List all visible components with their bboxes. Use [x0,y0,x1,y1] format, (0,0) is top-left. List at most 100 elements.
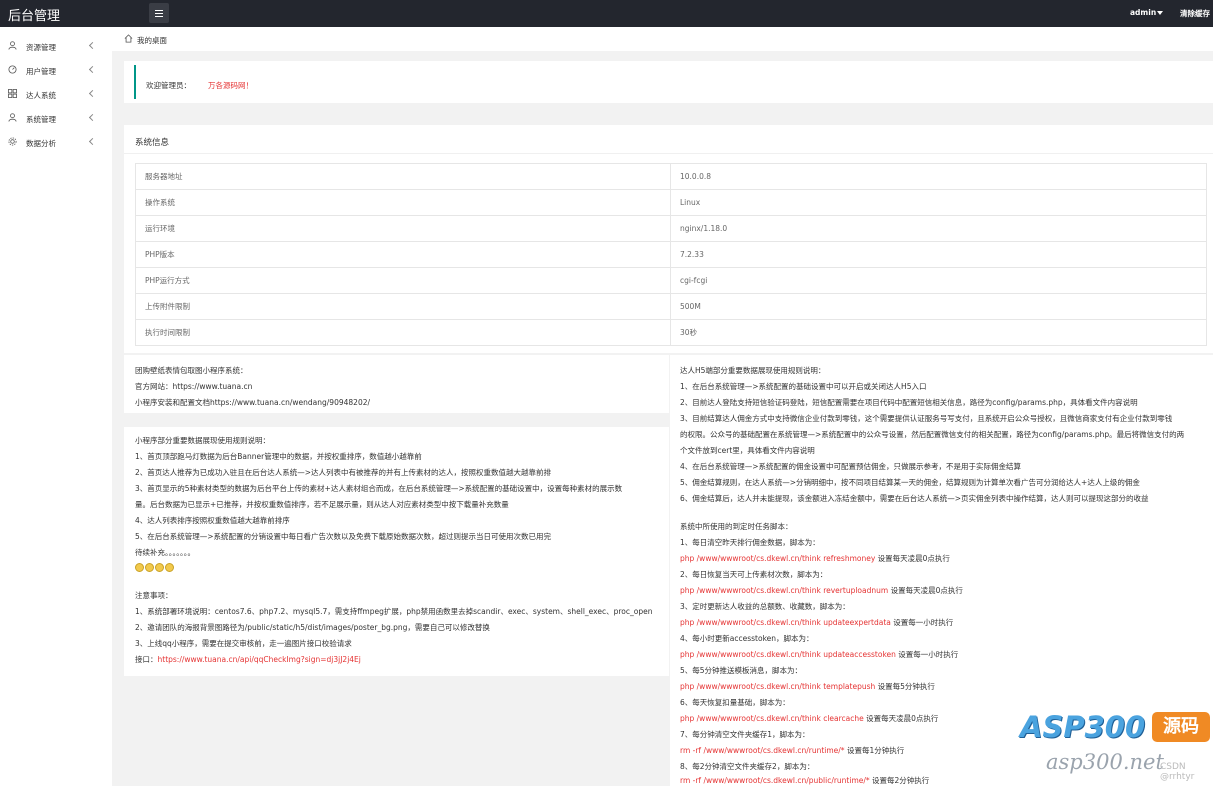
rules-line: 待续补充。。。。。。。 [135,548,195,557]
notes-title: 注意事项： [135,591,173,600]
watermark-brand: ASP300 [1020,710,1146,744]
welcome-label: 欢迎管理员： [146,81,191,90]
cron-schedule: 设置每1分钟执行 [844,746,905,755]
system-info-table: 服务器地址 10.0.0.8 操作系统 Linux 运行环境 nginx/1.18.0… [135,163,1207,346]
sidebar: 资源管理 用户管理 达人系统 系统管理 数据分析 [0,27,112,786]
table-row: 执行时间限制 30秒 [135,319,1207,346]
cron-task: 3、定时更新达人收益的总额数、收藏数，脚本为： [680,602,850,611]
cron-task: 7、每分钟清空文件夹缓存1，脚本为： [680,730,810,739]
cron-task: 1、每日清空昨天排行佣金数据，脚本为： [680,538,820,547]
cron-command: php /www/wwwroot/cs.dkewl.cn/think updat… [680,617,953,628]
cron-command: php /www/wwwroot/cs.dkewl.cn/think refre… [680,553,950,564]
sidebar-item-label: 数据分析 [26,139,56,148]
sidebar-item-system[interactable]: 系统管理 [0,108,112,128]
sidebar-item-analytics[interactable]: 数据分析 [0,132,112,152]
smile-emoji-icon [145,562,154,572]
clear-cache-button[interactable]: 清除缓存 [1180,8,1210,19]
cron-task: 4、每小时更新accesstoken，脚本为： [680,634,814,643]
cron-schedule: 设置每天凌晨0点执行 [875,554,950,563]
welcome-card: 欢迎管理员： 万各源码网！ [124,61,1213,103]
welcome-box: 欢迎管理员： 万各源码网！ [136,65,1213,99]
cron-command: php /www/wwwroot/cs.dkewl.cn/think clear… [680,713,938,724]
cron-schedule: 设置每一小时执行 [895,650,959,659]
table-row: PHP版本 7.2.33 [135,241,1207,268]
api-link[interactable]: https://www.tuana.cn/api/qqCheckImg?sign… [158,655,361,664]
cron-schedule: 设置每一小时执行 [890,618,954,627]
caret-down-icon[interactable] [1157,11,1163,15]
chevron-left-icon [88,137,97,146]
info-value: cgi-fcgi [670,267,1207,294]
gear-icon [8,137,17,146]
info-key: PHP版本 [135,241,671,268]
cron-task: 8、每2分钟清空文件夹缓存2，脚本为： [680,762,815,771]
expert-line: 的权限。公众号的基础配置在系统管理—>系统配置中的公众号设置，然后配置微信支付的… [680,430,1185,439]
api-line: 接口：https://www.tuana.cn/api/qqCheckImg?s… [135,654,361,665]
info-value: 500M [670,293,1207,320]
sidebar-item-users[interactable]: 用户管理 [0,60,112,80]
rules-line: 1、首页顶部跑马灯数据为后台Banner管理中的数据，并按权重排序，数值越小越靠… [135,452,422,461]
info-value: 30秒 [670,319,1207,346]
cron-script: php /www/wwwroot/cs.dkewl.cn/think templ… [680,682,876,691]
rules-line: 5、在后台系统管理—>系统配置的分销设置中每日看广告次数以及免费下载原始数据次数… [135,532,552,541]
sidebar-item-label: 达人系统 [26,91,56,100]
rules-line: 小程序部分重要数据展现使用规则说明： [135,436,270,445]
cron-title: 系统中所使用的到定时任务脚本： [680,522,793,531]
watermark-credit: CSDN @rrhtyr [1160,762,1195,782]
expert-line: 2、目前达人登陆支持短信验证码登陆，短信配置需要在项目代码中配置短信相关信息，路… [680,398,1138,407]
cron-command: rm -rf /www/wwwroot/cs.dkewl.cn/runtime/… [680,745,904,756]
info-key: 上传附件限制 [135,293,671,320]
system-info-card: 系统信息 服务器地址 10.0.0.8 操作系统 Linux 运行环境 nginx/1… [124,125,1213,353]
expert-line: 1、在后台系统管理—>系统配置的基础设置中可以开启或关闭达人H5入口 [680,382,927,391]
breadcrumb-current[interactable]: 我的桌面 [137,35,167,46]
emoji-row [135,562,175,572]
cron-command: rm -rf /www/wwwroot/cs.dkewl.cn/public/r… [680,775,929,786]
watermark: ASP300 源码 asp300.net CSDN @rrhtyr [1020,710,1213,786]
intro-panel: 团购壁纸表情包取图小程序系统： 官方网站：https://www.tuana.c… [124,355,669,413]
cron-script: rm -rf /www/wwwroot/cs.dkewl.cn/public/r… [680,776,870,785]
expert-line: 3、目前结算达人佣金方式中支持微信企业付款到零钱，这个需要提供认证服务号写支付，… [680,414,1173,423]
sidebar-item-resources[interactable]: 资源管理 [0,36,112,56]
info-value: Linux [670,189,1207,216]
chevron-left-icon [88,113,97,122]
cron-task: 2、每日恢复当天可上传素材次数，脚本为： [680,570,828,579]
notes-line: 2、邀请团队的海报背景图路径为/public/static/h5/dist/im… [135,623,490,632]
expert-line: 6、佣金结算后，达人并未能提现，该金额进入冻结金额中，需要在后台达人系统—>页实… [680,494,1149,503]
menu-toggle-button[interactable] [149,3,169,23]
info-key: PHP运行方式 [135,267,671,294]
smile-emoji-icon [165,562,174,572]
cron-script: php /www/wwwroot/cs.dkewl.cn/think refre… [680,554,876,563]
chevron-left-icon [88,89,97,98]
intro-line[interactable]: 官方网站：https://www.tuana.cn [135,381,252,392]
home-icon[interactable] [124,34,133,43]
cron-task: 6、每天恢复扣量基础，脚本为： [680,698,790,707]
info-value: 10.0.0.8 [670,163,1207,190]
sidebar-item-label: 系统管理 [26,115,56,124]
breadcrumb: 我的桌面 [112,27,1213,51]
cron-command: php /www/wwwroot/cs.dkewl.cn/think templ… [680,681,935,692]
cron-command: php /www/wwwroot/cs.dkewl.cn/think rever… [680,585,963,596]
watermark-badge: 源码 [1152,712,1210,742]
api-label: 接口： [135,655,158,664]
table-row: 运行环境 nginx/1.18.0 [135,215,1207,242]
sidebar-item-experts[interactable]: 达人系统 [0,84,112,104]
chevron-left-icon [88,65,97,74]
rules-line: 4、达人列表排序按照权重数值越大越靠前排序 [135,516,290,525]
dashboard-icon [8,65,17,74]
intro-line[interactable]: 小程序安装和配置文档https://www.tuana.cn/wendang/9… [135,397,370,408]
table-row: PHP运行方式 cgi-fcgi [135,267,1207,294]
sidebar-item-label: 用户管理 [26,67,56,76]
cron-schedule: 设置每天凌晨0点执行 [863,714,939,723]
grid-icon [8,89,17,98]
cron-schedule: 设置每5分钟执行 [875,682,935,691]
notes-line: 1、系统部署环境说明：centos7.6、php7.2、mysql5.7，需支持… [135,607,653,616]
cron-schedule: 设置每2分钟执行 [869,776,930,785]
system-info-title: 系统信息 [135,138,170,148]
cron-script: rm -rf /www/wwwroot/cs.dkewl.cn/runtime/… [680,746,845,755]
user-icon [8,41,17,50]
welcome-name: 万各源码网！ [208,81,253,90]
rules-panel: 小程序部分重要数据展现使用规则说明： 1、首页顶部跑马灯数据为后台Banner管… [124,427,669,676]
cron-script: php /www/wwwroot/cs.dkewl.cn/think clear… [680,714,864,723]
rules-line: 2、首页达人推荐为已成功入驻且在后台达人系统—>达人列表中有被推荐的并有上传素材… [135,468,552,477]
user-menu[interactable]: admin [1130,8,1156,17]
cron-script: php /www/wwwroot/cs.dkewl.cn/think rever… [680,586,889,595]
